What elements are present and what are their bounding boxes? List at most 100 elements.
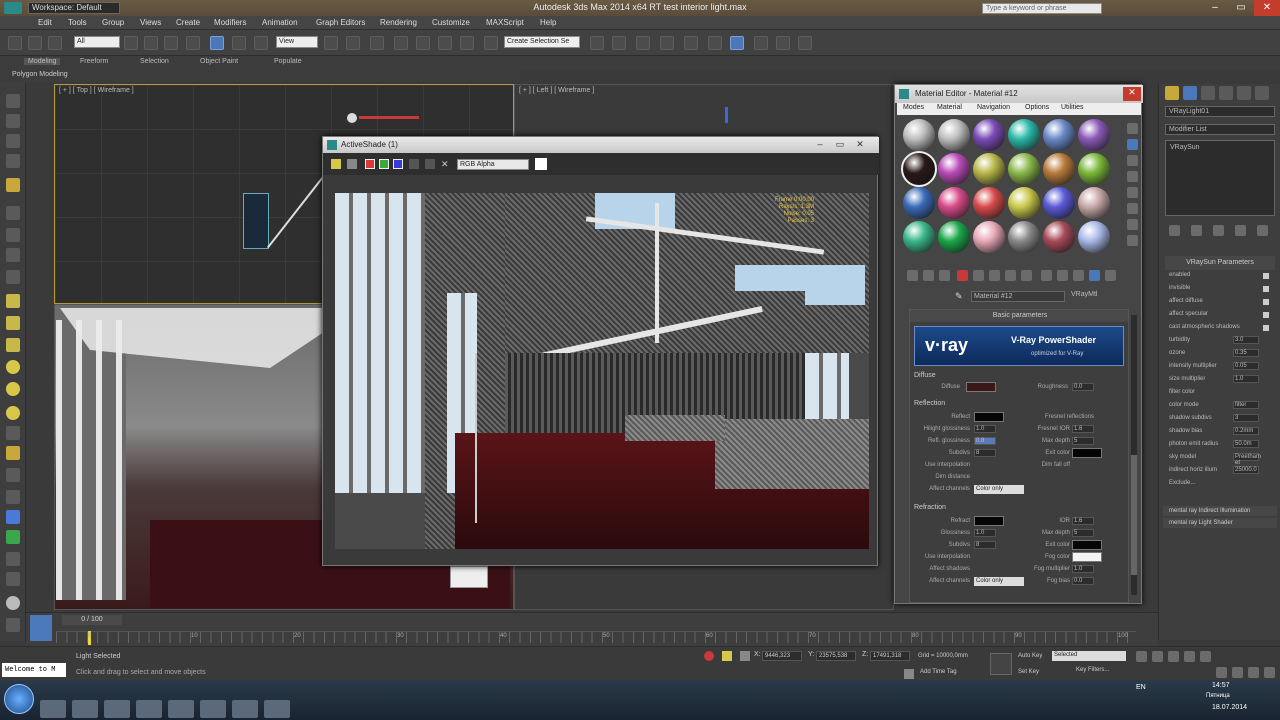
unlink-icon[interactable] bbox=[28, 36, 42, 50]
scrollbar[interactable] bbox=[1131, 315, 1137, 595]
stack-item[interactable]: VRaySun bbox=[1170, 144, 1200, 151]
alpha-channel-icon[interactable] bbox=[409, 159, 419, 169]
configure-sets-icon[interactable] bbox=[1257, 225, 1268, 236]
vraysun-param-value[interactable]: 0.2mm bbox=[1233, 427, 1259, 435]
taskbar-app-icon[interactable] bbox=[200, 700, 226, 718]
tool-icon[interactable] bbox=[6, 248, 20, 262]
tool-icon[interactable] bbox=[6, 530, 20, 544]
hierarchy-tab-icon[interactable] bbox=[1201, 86, 1215, 100]
time-ruler[interactable] bbox=[56, 631, 1136, 643]
isolate-icon[interactable] bbox=[704, 651, 714, 661]
fog-bias-spinner[interactable]: 0.0 bbox=[1072, 577, 1094, 585]
tool-icon[interactable] bbox=[6, 178, 20, 192]
remove-modifier-icon[interactable] bbox=[1235, 225, 1246, 236]
selection-filter-dropdown[interactable]: All bbox=[74, 36, 120, 48]
ribbon-tab-freeform[interactable]: Freeform bbox=[80, 58, 108, 65]
tool-icon[interactable] bbox=[6, 294, 20, 308]
reflect-color-swatch[interactable] bbox=[974, 412, 1004, 422]
menu-customize[interactable]: Customize bbox=[432, 18, 470, 27]
key-mode-icon[interactable] bbox=[990, 653, 1012, 675]
set-key-button[interactable]: Set Key bbox=[1018, 669, 1039, 675]
search-input[interactable]: Type a keyword or phrase bbox=[982, 3, 1102, 14]
material-slot-sphere[interactable] bbox=[973, 119, 1005, 151]
material-slot-sphere[interactable] bbox=[938, 221, 970, 253]
minimize-icon[interactable]: – bbox=[813, 139, 827, 151]
me-menu-options[interactable]: Options bbox=[1025, 104, 1049, 111]
material-slot-sphere[interactable] bbox=[1078, 187, 1110, 219]
zoom-icon[interactable] bbox=[1216, 667, 1227, 678]
tool-icon[interactable] bbox=[6, 426, 20, 440]
reset-map-icon[interactable] bbox=[957, 270, 968, 281]
named-selection-dropdown[interactable]: Create Selection Se bbox=[504, 36, 580, 48]
maximize-icon[interactable]: ▭ bbox=[833, 139, 847, 151]
vraysun-param-checkbox[interactable] bbox=[1263, 286, 1269, 292]
select-by-material-icon[interactable] bbox=[1127, 235, 1138, 246]
close-button[interactable]: ✕ bbox=[1254, 0, 1280, 16]
menu-tools[interactable]: Tools bbox=[68, 18, 87, 27]
select-and-scale-icon[interactable] bbox=[254, 36, 268, 50]
activeshade-window[interactable]: ActiveShade (1) – ▭ ✕ ✕ RGB Alpha Frame … bbox=[322, 136, 879, 566]
render-production-icon[interactable] bbox=[798, 36, 812, 50]
material-slot-sphere[interactable] bbox=[1008, 153, 1040, 185]
render-setup-icon[interactable] bbox=[754, 36, 768, 50]
monochrome-icon[interactable] bbox=[425, 159, 435, 169]
me-menu-material[interactable]: Material bbox=[937, 104, 962, 111]
tool-icon[interactable] bbox=[6, 468, 20, 482]
copy-image-icon[interactable] bbox=[347, 159, 357, 169]
language-indicator[interactable]: EN bbox=[1136, 684, 1146, 691]
keyboard-shortcut-icon[interactable] bbox=[370, 36, 384, 50]
refr-max-depth-spinner[interactable]: 5 bbox=[1072, 529, 1094, 537]
time-slider[interactable]: 0 / 100 bbox=[62, 615, 122, 625]
options-icon[interactable] bbox=[1127, 219, 1138, 230]
make-unique-icon[interactable] bbox=[989, 270, 1000, 281]
material-slot-sphere[interactable] bbox=[973, 187, 1005, 219]
schematic-view-icon[interactable] bbox=[708, 36, 722, 50]
pivot-center-icon[interactable] bbox=[324, 36, 338, 50]
pin-stack-icon[interactable] bbox=[1169, 225, 1180, 236]
rollout-mr-indirect[interactable]: mental ray Indirect Illumination bbox=[1163, 506, 1277, 516]
graphite-toggle-icon[interactable] bbox=[660, 36, 674, 50]
vraysun-param-value[interactable]: 50.0m bbox=[1233, 440, 1259, 448]
rollout-vraysun-parameters[interactable]: VRaySun Parameters bbox=[1165, 256, 1275, 270]
menu-create[interactable]: Create bbox=[176, 18, 200, 27]
menu-group[interactable]: Group bbox=[102, 18, 124, 27]
vraysun-param-value[interactable]: 0.35 bbox=[1233, 349, 1259, 357]
me-menu-modes[interactable]: Modes bbox=[903, 104, 924, 111]
ribbon-tab-object-paint[interactable]: Object Paint bbox=[200, 58, 238, 65]
material-slot-sphere[interactable] bbox=[1043, 119, 1075, 151]
gizmo-z-axis[interactable] bbox=[725, 107, 728, 123]
go-to-start-icon[interactable] bbox=[1136, 651, 1147, 662]
tool-icon[interactable] bbox=[6, 94, 20, 108]
angle-snap-icon[interactable] bbox=[416, 36, 430, 50]
put-to-scene-icon[interactable] bbox=[923, 270, 934, 281]
show-end-result-icon[interactable] bbox=[1191, 225, 1202, 236]
material-slot-sphere[interactable] bbox=[1008, 119, 1040, 151]
layer-manager-icon[interactable] bbox=[636, 36, 650, 50]
rollout-mr-light-shader[interactable]: mental ray Light Shader bbox=[1163, 518, 1277, 528]
object-name-field[interactable]: VRayLight01 bbox=[1165, 106, 1275, 117]
backlight-icon[interactable] bbox=[1127, 139, 1138, 150]
close-icon[interactable]: ✕ bbox=[1123, 87, 1141, 101]
menu-graph-editors[interactable]: Graph Editors bbox=[316, 18, 365, 27]
affect-channels-dropdown[interactable]: Color only bbox=[974, 485, 1024, 494]
vraysun-param-checkbox[interactable] bbox=[1263, 299, 1269, 305]
bind-space-warp-icon[interactable] bbox=[48, 36, 62, 50]
window-crossing-icon[interactable] bbox=[186, 36, 200, 50]
refr-exit-color-swatch[interactable] bbox=[1072, 540, 1102, 550]
create-tab-icon[interactable] bbox=[1165, 86, 1179, 100]
maximize-button[interactable]: ▭ bbox=[1228, 0, 1254, 16]
put-to-library-icon[interactable] bbox=[1005, 270, 1016, 281]
tool-icon[interactable] bbox=[6, 446, 20, 460]
material-params-panel[interactable]: Basic parameters v·ray V-Ray PowerShader… bbox=[909, 309, 1129, 603]
material-slot-sphere[interactable] bbox=[903, 187, 935, 219]
mirror-icon[interactable] bbox=[590, 36, 604, 50]
channel-dropdown[interactable]: RGB Alpha bbox=[457, 159, 529, 170]
refl-exit-color-swatch[interactable] bbox=[1072, 448, 1102, 458]
sample-type-icon[interactable] bbox=[1127, 123, 1138, 134]
light-target[interactable] bbox=[347, 113, 357, 123]
tool-icon[interactable] bbox=[6, 490, 20, 504]
tool-icon[interactable] bbox=[6, 510, 20, 524]
vraysun-param-value[interactable]: 3.0 bbox=[1233, 336, 1259, 344]
tool-icon[interactable] bbox=[6, 406, 20, 420]
tool-icon[interactable] bbox=[6, 270, 20, 284]
